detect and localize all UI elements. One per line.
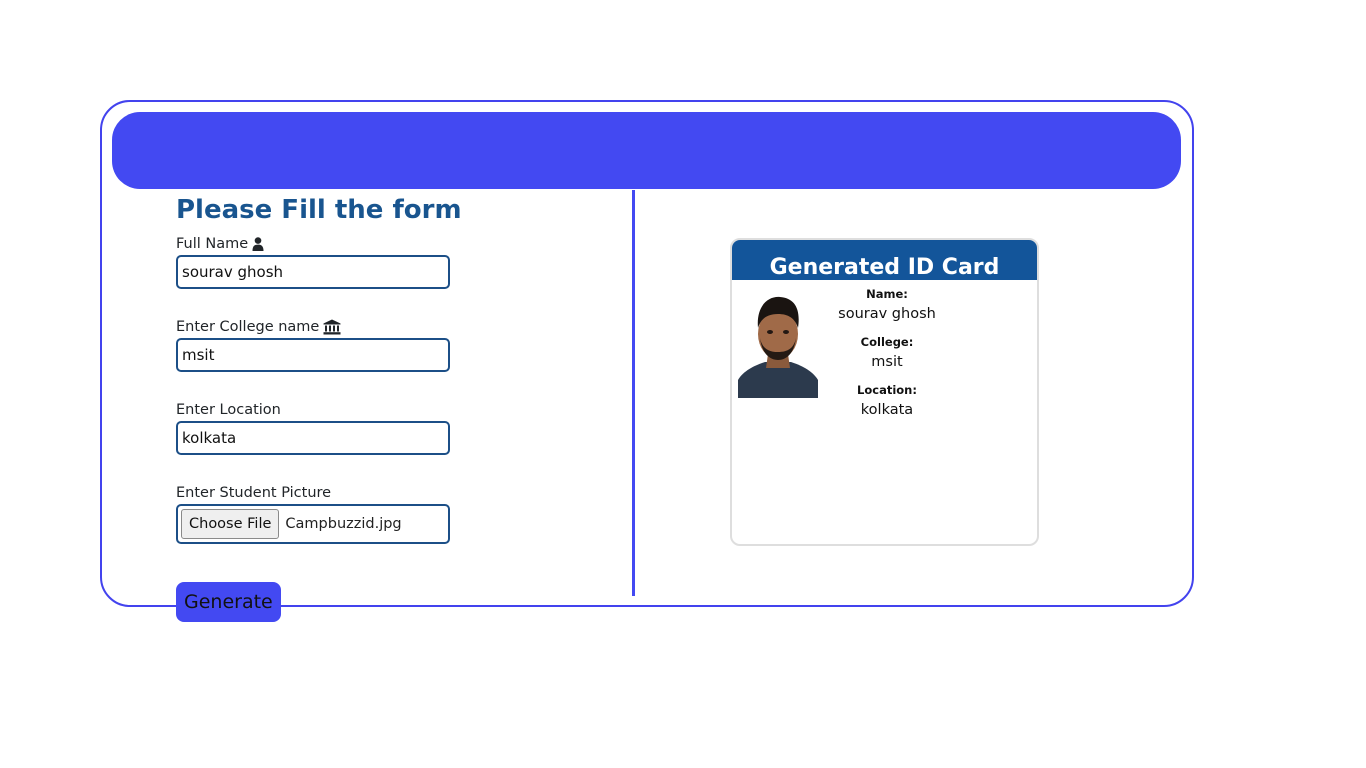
form-title: Please Fill the form [176, 195, 462, 225]
generate-button[interactable]: Generate [176, 582, 281, 622]
location-input[interactable] [176, 421, 450, 455]
college-value: msit [871, 354, 903, 370]
name-key: Name: [866, 287, 908, 301]
column-divider [632, 190, 635, 596]
id-card-info: Name: sourav ghosh College: msit Locatio… [822, 286, 952, 430]
location-value: kolkata [860, 402, 914, 418]
id-card-title: Generated ID Card [732, 240, 1037, 280]
college-key: College: [860, 335, 914, 349]
main-container: Please Fill the form Full Name Enter Col… [100, 100, 1194, 622]
id-card: Generated ID Card Name: sourav ghosh Col… [730, 238, 1039, 546]
picture-label-row: Enter Student Picture [176, 483, 576, 503]
location-label-row: Enter Location [176, 400, 576, 420]
header-banner [112, 112, 1181, 189]
bank-building-icon [323, 319, 341, 335]
full-name-label-row: Full Name [176, 234, 576, 254]
user-icon [252, 237, 264, 251]
college-label: Enter College name [176, 319, 320, 335]
full-name-label: Full Name [176, 236, 249, 252]
selected-file-name: Campbuzzid.jpg [285, 516, 402, 532]
college-label-row: Enter College name [176, 317, 576, 337]
student-photo [738, 292, 818, 398]
picture-label: Enter Student Picture [176, 485, 332, 501]
student-form: Please Fill the form Full Name Enter Col… [176, 192, 576, 622]
choose-file-button[interactable]: Choose File [181, 509, 280, 539]
name-value: sourav ghosh [838, 306, 936, 322]
picture-file-input[interactable]: Choose File Campbuzzid.jpg [176, 504, 450, 544]
location-key: Location: [857, 383, 917, 397]
full-name-input[interactable] [176, 255, 450, 289]
location-label: Enter Location [176, 402, 281, 418]
college-input[interactable] [176, 338, 450, 372]
